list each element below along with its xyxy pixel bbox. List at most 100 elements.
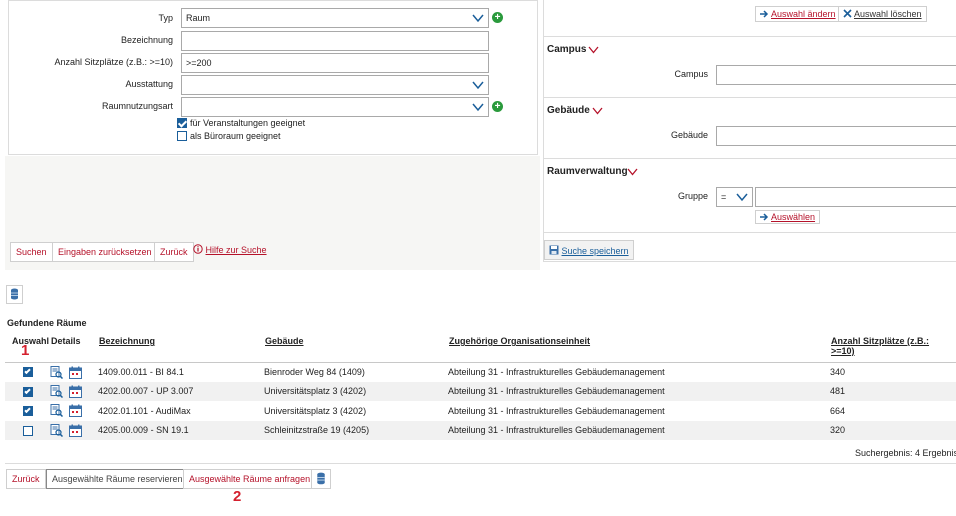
gebaeude-title[interactable]: Gebäude	[547, 105, 590, 116]
gebaeude-cell: Universitätsplatz 3 (4202)	[264, 381, 449, 401]
auswahl-cell	[5, 381, 51, 401]
divider	[5, 463, 956, 464]
details-icon[interactable]	[50, 365, 64, 379]
gebaeude-cell: Universitätsplatz 3 (4202)	[264, 405, 367, 416]
details-cell	[50, 420, 99, 440]
ausstattung-select[interactable]	[181, 75, 489, 95]
details-icon[interactable]	[50, 423, 64, 437]
database-icon	[11, 288, 18, 300]
reset-button[interactable]: Eingaben zurücksetzen	[52, 242, 158, 262]
help-link-label: Hilfe zur Suche	[205, 245, 267, 255]
details-cell	[50, 401, 98, 421]
details-icon[interactable]	[50, 384, 64, 398]
add-typ-icon[interactable]: +	[492, 12, 503, 23]
details-icon[interactable]	[50, 404, 64, 418]
raumnutzungsart-label: Raumnutzungsart	[101, 101, 173, 111]
suchen-button[interactable]: Suchen	[10, 242, 53, 262]
arrow-right-icon	[760, 213, 769, 221]
gebaeude-cell: Schleinitzstraße 19 (4205)	[264, 420, 449, 440]
details-cell	[50, 362, 98, 382]
table-row: 4205.00.009 - SN 19.1 Schleinitzstraße 19…	[5, 420, 956, 440]
campus-title[interactable]: Campus	[547, 44, 586, 55]
plaetze-cell: 320	[830, 420, 956, 440]
org-cell: Abteilung 31 - Infrastrukturelles Gebäud…	[448, 381, 831, 401]
divider	[544, 232, 956, 233]
calendar-icon[interactable]	[69, 404, 83, 418]
bezeichnung-cell: 4202.01.101 - AudiMax	[98, 405, 191, 416]
results-table: Auswahl Details Bezeichnung Gebäude Zuge…	[5, 331, 956, 440]
bezeichnung-input[interactable]	[181, 31, 489, 51]
col-plaetze[interactable]: Anzahl Sitzplätze (z.B.: >=10)	[830, 331, 956, 363]
plaetze-cell: 340	[830, 367, 846, 377]
table-row: 4202.00.007 - UP 3.007 Universitätsplatz …	[5, 381, 956, 401]
row-select-checkbox[interactable]	[23, 425, 33, 436]
col-org[interactable]: Zugehörige Organisationseinheit	[448, 331, 831, 363]
export-button[interactable]	[6, 285, 23, 304]
auswahl-aendern-button[interactable]: Auswahl ändern	[755, 6, 841, 22]
chevron-down-icon[interactable]	[627, 168, 638, 176]
raumnutzungsart-select[interactable]	[181, 97, 489, 117]
chevron-down-icon	[472, 14, 484, 23]
table-header-row: Auswahl Details Bezeichnung Gebäude Zuge…	[5, 331, 956, 363]
bezeichnung-cell: 4202.00.007 - UP 3.007	[98, 381, 265, 401]
gebaeude-input[interactable]	[716, 126, 956, 146]
auswahl-loeschen-button[interactable]: Auswahl löschen	[838, 6, 927, 22]
campus-input[interactable]	[716, 65, 956, 85]
typ-select[interactable]: Raum	[181, 8, 489, 28]
plaetze-cell: 481	[830, 381, 956, 401]
chevron-down-icon[interactable]	[592, 107, 603, 115]
gruppe-label: Gruppe	[677, 191, 708, 201]
annotation-marker-1: 1	[21, 342, 30, 359]
chevron-down-icon[interactable]	[588, 46, 599, 54]
auswahl-cell	[5, 401, 50, 421]
veranstaltungen-label: für Veranstaltungen geeignet	[190, 118, 306, 128]
zurueck-button[interactable]: Zurück	[154, 242, 194, 262]
plaetze-cell: 664	[830, 405, 846, 416]
org-cell: Abteilung 31 - Infrastrukturelles Gebäud…	[448, 405, 665, 416]
gebaeude-cell: Bienroder Weg 84 (1409)	[264, 367, 365, 377]
add-raumnutzungsart-icon[interactable]: +	[492, 101, 503, 112]
gruppe-operator-select[interactable]: =	[716, 187, 753, 207]
col-gebaeude[interactable]: Gebäude	[264, 331, 449, 363]
bezeichnung-label: Bezeichnung	[120, 35, 173, 45]
results-summary: Suchergebnis: 4 Ergebnisse	[855, 448, 956, 458]
suche-speichern-button[interactable]: Suche speichern	[544, 240, 634, 260]
save-icon	[549, 245, 559, 255]
chevron-down-icon	[736, 193, 748, 202]
buero-checkbox[interactable]	[177, 131, 187, 141]
row-select-checkbox[interactable]	[23, 386, 33, 397]
divider	[544, 36, 956, 37]
table-row: 4202.01.101 - AudiMax Universitätsplatz 3…	[5, 401, 956, 421]
arrow-right-icon	[760, 10, 769, 18]
campus-label: Campus	[674, 69, 708, 79]
annotation-marker-2: 2	[233, 488, 242, 505]
database-icon	[317, 472, 325, 485]
veranstaltungen-checkbox[interactable]	[177, 118, 187, 128]
calendar-icon[interactable]	[69, 385, 83, 398]
calendar-icon[interactable]	[69, 424, 83, 437]
reservieren-button[interactable]: Ausgewählte Räume reservieren	[46, 469, 189, 489]
anfragen-button[interactable]: Ausgewählte Räume anfragen	[183, 469, 317, 489]
auswahl-cell	[5, 362, 50, 382]
gebaeude-label: Gebäude	[670, 130, 708, 140]
ausstattung-label: Ausstattung	[125, 79, 173, 89]
buero-label: als Büroraum geeignet	[190, 131, 281, 141]
bottom-zurueck-button[interactable]: Zurück	[6, 469, 46, 489]
info-icon	[193, 244, 203, 254]
row-select-checkbox[interactable]	[23, 406, 33, 417]
auswaehlen-button[interactable]: Auswählen	[755, 210, 821, 224]
close-icon	[843, 9, 852, 18]
gruppe-input[interactable]	[755, 187, 956, 207]
sitzplaetze-input[interactable]: >=200	[181, 53, 489, 73]
col-bezeichnung[interactable]: Bezeichnung	[98, 331, 265, 363]
row-select-checkbox[interactable]	[23, 367, 33, 378]
bezeichnung-cell: 1409.00.011 - BI 84.1	[98, 367, 184, 377]
bottom-export-button[interactable]	[311, 469, 331, 489]
help-link[interactable]: Hilfe zur Suche	[193, 244, 267, 255]
calendar-icon[interactable]	[69, 366, 83, 379]
typ-label: Typ	[158, 13, 173, 23]
divider	[544, 97, 956, 98]
raumverwaltung-title[interactable]: Raumverwaltung	[547, 166, 628, 177]
divider	[544, 158, 956, 159]
col-details: Details	[50, 331, 99, 363]
